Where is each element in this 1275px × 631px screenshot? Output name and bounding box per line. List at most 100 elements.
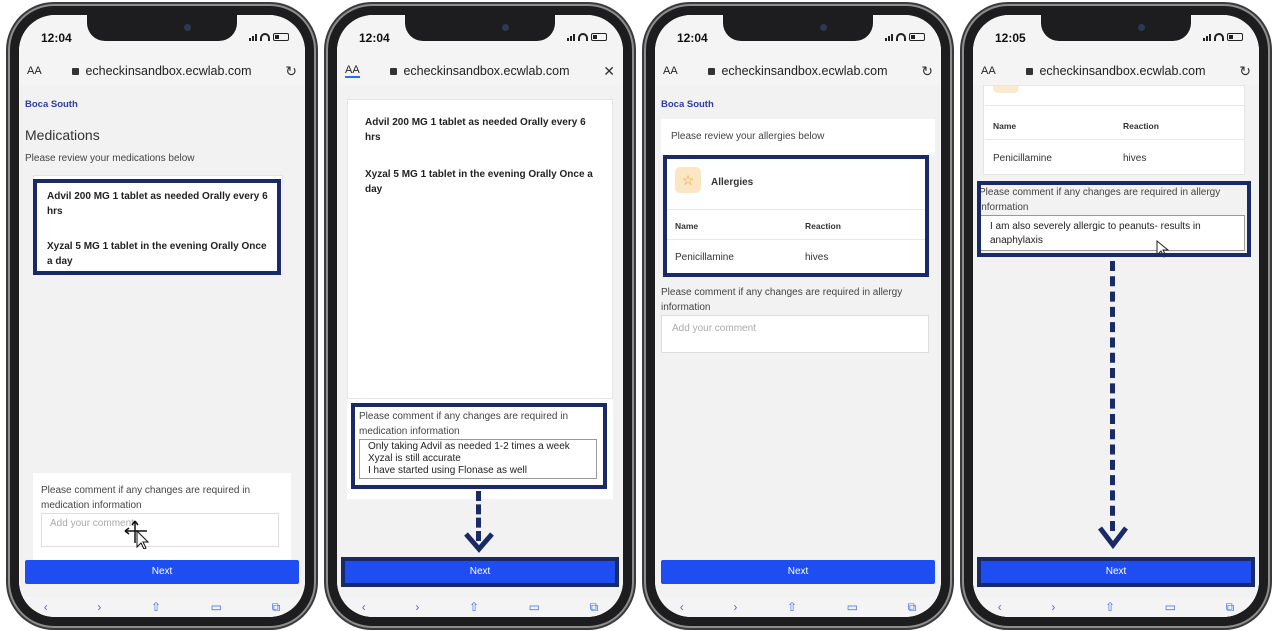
text-size-button[interactable]: AA	[981, 65, 996, 77]
url-text: echeckinsandbox.ecwlab.com	[403, 64, 570, 78]
notch	[405, 15, 555, 41]
phone-screen: 12:04 AA echeckinsandbox.ecwlab.com ✕ Ad…	[337, 15, 623, 617]
forward-icon[interactable]: ›	[733, 600, 737, 614]
share-icon[interactable]: ⇧	[1105, 600, 1115, 614]
page-content: ☆ Name Reaction Penicillamine hives Plea…	[973, 67, 1259, 617]
bookmarks-icon[interactable]: ▭	[1165, 600, 1176, 614]
arrowhead-icon	[1098, 526, 1128, 550]
share-icon[interactable]: ⇧	[151, 600, 161, 614]
next-highlight-box	[341, 557, 619, 587]
next-button[interactable]: Next	[661, 560, 935, 584]
highlight-box	[351, 403, 607, 489]
page-content: Boca South Please review your allergies …	[655, 85, 941, 617]
url-bar[interactable]: AA echeckinsandbox.ecwlab.com ↻	[655, 57, 941, 85]
wifi-icon	[260, 33, 270, 41]
tabs-icon[interactable]: ⧉	[272, 600, 281, 615]
tabs-icon[interactable]: ⧉	[908, 600, 917, 615]
url-text: echeckinsandbox.ecwlab.com	[85, 64, 252, 78]
next-button[interactable]: Next	[25, 560, 299, 584]
url-text: echeckinsandbox.ecwlab.com	[1039, 64, 1206, 78]
column-name-header: Name	[993, 121, 1017, 131]
phone-3: 12:04 AA echeckinsandbox.ecwlab.com ↻ Bo…	[646, 6, 950, 626]
wifi-icon	[1214, 33, 1224, 41]
url-bar[interactable]: AA echeckinsandbox.ecwlab.com ↻	[19, 57, 305, 85]
status-icons	[1203, 33, 1243, 41]
medication-item-1: Advil 200 MG 1 tablet as needed Orally e…	[365, 117, 586, 143]
reload-icon[interactable]: ↻	[921, 63, 933, 80]
url-field[interactable]: echeckinsandbox.ecwlab.com	[19, 64, 305, 78]
bookmarks-icon[interactable]: ▭	[847, 600, 858, 614]
share-icon[interactable]: ⇧	[787, 600, 797, 614]
highlight-box	[33, 179, 281, 275]
location-link[interactable]: Boca South	[661, 99, 714, 110]
status-icons	[567, 33, 607, 41]
share-icon[interactable]: ⇧	[469, 600, 479, 614]
divider	[985, 139, 1245, 140]
url-field[interactable]: echeckinsandbox.ecwlab.com	[973, 64, 1259, 78]
divider	[985, 105, 1245, 106]
bookmarks-icon[interactable]: ▭	[529, 600, 540, 614]
lock-icon	[1026, 68, 1034, 75]
lock-icon	[390, 68, 398, 75]
tabs-icon[interactable]: ⧉	[1226, 600, 1235, 615]
text-size-button[interactable]: AA	[27, 65, 42, 77]
arrow-down-icon	[1110, 261, 1115, 531]
browser-toolbar: ‹ › ⇧ ▭ ⧉	[337, 597, 623, 617]
lock-icon	[72, 68, 80, 75]
text-size-button[interactable]: AA	[345, 64, 360, 78]
back-icon[interactable]: ‹	[44, 600, 48, 614]
back-icon[interactable]: ‹	[998, 600, 1002, 614]
phone-4: 12:05 AA echeckinsandbox.ecwlab.com ↻ ☆ …	[964, 6, 1268, 626]
text-size-button[interactable]: AA	[663, 65, 678, 77]
arrowhead-icon	[464, 532, 494, 553]
phone-1: 12:04 AA echeckinsandbox.ecwlab.com ↻ Bo…	[10, 6, 314, 626]
url-field[interactable]: echeckinsandbox.ecwlab.com	[655, 64, 941, 78]
camera-icon	[184, 24, 191, 31]
highlight-box	[663, 155, 929, 277]
battery-icon	[591, 33, 607, 41]
phone-screen: 12:04 AA echeckinsandbox.ecwlab.com ↻ Bo…	[19, 15, 305, 617]
browser-toolbar: ‹ › ⇧ ▭ ⧉	[19, 597, 305, 617]
battery-icon	[1227, 33, 1243, 41]
wifi-icon	[896, 33, 906, 41]
comment-input[interactable]: Add your comment	[41, 513, 279, 547]
url-bar[interactable]: AA echeckinsandbox.ecwlab.com ↻	[973, 57, 1259, 85]
signal-icon	[1203, 34, 1211, 41]
back-icon[interactable]: ‹	[680, 600, 684, 614]
forward-icon[interactable]: ›	[1051, 600, 1055, 614]
wifi-icon	[578, 33, 588, 41]
url-field[interactable]: echeckinsandbox.ecwlab.com	[337, 64, 623, 78]
bookmarks-icon[interactable]: ▭	[211, 600, 222, 614]
status-icons	[885, 33, 925, 41]
reload-icon[interactable]: ↻	[285, 63, 297, 80]
camera-icon	[820, 24, 827, 31]
forward-icon[interactable]: ›	[97, 600, 101, 614]
notch	[87, 15, 237, 41]
forward-icon[interactable]: ›	[415, 600, 419, 614]
battery-icon	[909, 33, 925, 41]
close-icon[interactable]: ✕	[603, 63, 615, 80]
camera-icon	[1138, 24, 1145, 31]
url-text: echeckinsandbox.ecwlab.com	[721, 64, 888, 78]
back-icon[interactable]: ‹	[362, 600, 366, 614]
cursor-icon	[124, 520, 149, 549]
status-time: 12:04	[41, 31, 72, 45]
phone-screen: 12:04 AA echeckinsandbox.ecwlab.com ↻ Bo…	[655, 15, 941, 617]
url-bar[interactable]: AA echeckinsandbox.ecwlab.com ✕	[337, 57, 623, 85]
signal-icon	[249, 34, 257, 41]
browser-toolbar: ‹ › ⇧ ▭ ⧉	[655, 597, 941, 617]
camera-icon	[502, 24, 509, 31]
page-subtitle: Please review your medications below	[25, 153, 195, 164]
highlight-box	[977, 181, 1251, 257]
allergy-name: Penicillamine	[993, 153, 1052, 164]
notch	[723, 15, 873, 41]
comment-label: Please comment if any changes are requir…	[41, 485, 251, 511]
location-link[interactable]: Boca South	[25, 99, 78, 110]
notch	[1041, 15, 1191, 41]
page-content: Advil 200 MG 1 tablet as needed Orally e…	[337, 85, 623, 617]
column-reaction-header: Reaction	[1123, 121, 1159, 131]
tabs-icon[interactable]: ⧉	[590, 600, 599, 615]
reload-icon[interactable]: ↻	[1239, 63, 1251, 80]
phone-2: 12:04 AA echeckinsandbox.ecwlab.com ✕ Ad…	[328, 6, 632, 626]
comment-input[interactable]: Add your comment	[661, 315, 929, 353]
